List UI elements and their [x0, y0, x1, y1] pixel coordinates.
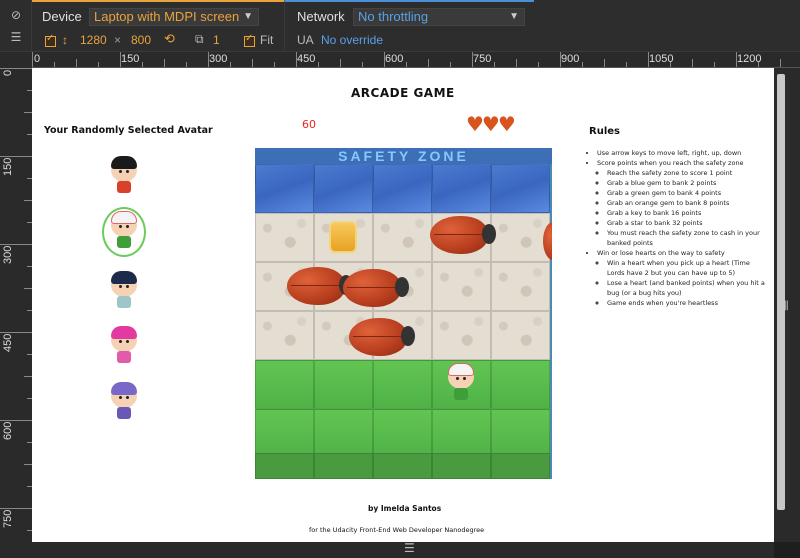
- device-label: Device: [42, 9, 82, 24]
- network-select[interactable]: No throttling ▼: [353, 8, 525, 26]
- ruler-label: 900: [561, 53, 580, 65]
- rules-heading: Rules: [589, 126, 620, 137]
- device-select[interactable]: Laptop with MDPI screen ▼: [89, 8, 259, 26]
- rule-subitem: You must reach the safety zone to cash i…: [607, 228, 769, 248]
- hearts-display: ♥♥♥: [466, 112, 516, 136]
- rule-subitem: Win a heart when you pick up a heart (Ti…: [607, 258, 769, 278]
- toolbar-side-icons: ⊘ ☰: [0, 0, 32, 52]
- width-value[interactable]: 1280: [80, 33, 107, 47]
- rule-subitem: Grab an orange gem to bank 8 points: [607, 198, 769, 208]
- ua-value[interactable]: No override: [321, 33, 383, 47]
- ruler-corner: [0, 52, 32, 68]
- avatar-heading: Your Randomly Selected Avatar: [44, 125, 213, 136]
- height-value[interactable]: 800: [131, 33, 151, 47]
- ruler-label: 150: [121, 53, 140, 65]
- fit-checkbox[interactable]: [244, 33, 255, 47]
- ruler-label: 750: [2, 509, 14, 528]
- ruler-left: 0 150 300 450 600 750: [0, 68, 32, 558]
- device-section: Device Laptop with MDPI screen ▼ ↕ 1280 …: [32, 0, 284, 52]
- no-entry-icon[interactable]: ⊘: [9, 8, 23, 22]
- network-label: Network: [297, 9, 345, 24]
- ruler-label: 600: [2, 421, 14, 440]
- ruler-label: 600: [385, 53, 404, 65]
- game-canvas[interactable]: SAFETY ZONE: [255, 148, 552, 479]
- network-section: Network No throttling ▼ UA No override: [284, 0, 534, 52]
- ua-label: UA: [297, 33, 314, 47]
- avatar-option[interactable]: [109, 382, 139, 422]
- bug-enemy: [349, 318, 415, 356]
- player-avatar: [444, 361, 478, 407]
- device-toolbar: ⊘ ☰ Device Laptop with MDPI screen ▼ ↕ 1…: [0, 0, 800, 52]
- rule-subitem: Lose a heart (and banked points) when yo…: [607, 278, 769, 298]
- rule-item: Score points when you reach the safety z…: [597, 158, 769, 248]
- orange-gem-icon: [329, 221, 357, 253]
- ruler-label: 150: [2, 157, 14, 176]
- bottom-resize-bar[interactable]: [32, 542, 774, 558]
- page-title: ARCADE GAME: [351, 86, 455, 100]
- device-select-value: Laptop with MDPI screen: [94, 9, 240, 24]
- rule-subitem: Grab a key to bank 16 points: [607, 208, 769, 218]
- device-checkbox[interactable]: [45, 33, 56, 47]
- ruler-top: 0 150 300 450 600 750 900 1050 1200: [32, 52, 800, 68]
- rule-item: Use arrow keys to move left, right, up, …: [597, 148, 769, 158]
- fit-label: Fit: [260, 33, 274, 47]
- resize-handle-bottom-icon[interactable]: ☰: [404, 541, 415, 555]
- times-symbol: ×: [114, 33, 122, 47]
- ruler-label: 0: [34, 53, 41, 65]
- safety-zone-label: SAFETY ZONE: [255, 148, 552, 164]
- avatar-option[interactable]: [109, 271, 139, 311]
- avatar-option-selected[interactable]: [109, 211, 139, 251]
- rules-list: Use arrow keys to move left, right, up, …: [589, 148, 769, 308]
- footer-note: for the Udacity Front-End Web Developer …: [309, 526, 485, 534]
- resize-handle-right-icon[interactable]: ‖: [784, 300, 789, 311]
- ruler-label: 300: [2, 245, 14, 264]
- rule-subitem: Grab a green gem to bank 4 points: [607, 188, 769, 198]
- swap-dimensions-icon[interactable]: ⟲: [164, 31, 175, 47]
- scale-value[interactable]: 1: [213, 33, 220, 47]
- bug-enemy: [343, 269, 409, 307]
- footer-author: by Imelda Santos: [368, 504, 442, 513]
- ruler-label: 450: [297, 53, 316, 65]
- network-select-value: No throttling: [358, 9, 429, 24]
- bug-enemy: [287, 267, 353, 305]
- rule-item: Win or lose hearts on the way to safety …: [597, 248, 769, 308]
- zoom-icon: ⧉: [195, 32, 204, 46]
- avatar-option[interactable]: [109, 156, 139, 196]
- ruler-label: 750: [473, 53, 492, 65]
- rule-subitem: Grab a star to bank 32 points: [607, 218, 769, 228]
- ruler-label: 0: [2, 69, 14, 76]
- menu-lines-icon[interactable]: ☰: [9, 30, 23, 44]
- avatar-option[interactable]: [109, 326, 139, 366]
- chevron-down-icon: ▼: [509, 11, 519, 22]
- bug-enemy: [430, 216, 496, 254]
- rule-subitem: Game ends when you're heartless: [607, 298, 769, 308]
- ruler-label: 450: [2, 333, 14, 352]
- ruler-label: 300: [209, 53, 228, 65]
- rule-subitem: Grab a blue gem to bank 2 points: [607, 178, 769, 188]
- rule-subitem: Reach the safety zone to score 1 point: [607, 168, 769, 178]
- page-viewport: ARCADE GAME Your Randomly Selected Avata…: [32, 68, 774, 542]
- score-value: 60: [302, 118, 316, 131]
- rotate-arrows-icon[interactable]: ↕: [62, 33, 68, 47]
- scrollbar-thumb[interactable]: [777, 74, 785, 510]
- chevron-down-icon: ▼: [243, 11, 253, 22]
